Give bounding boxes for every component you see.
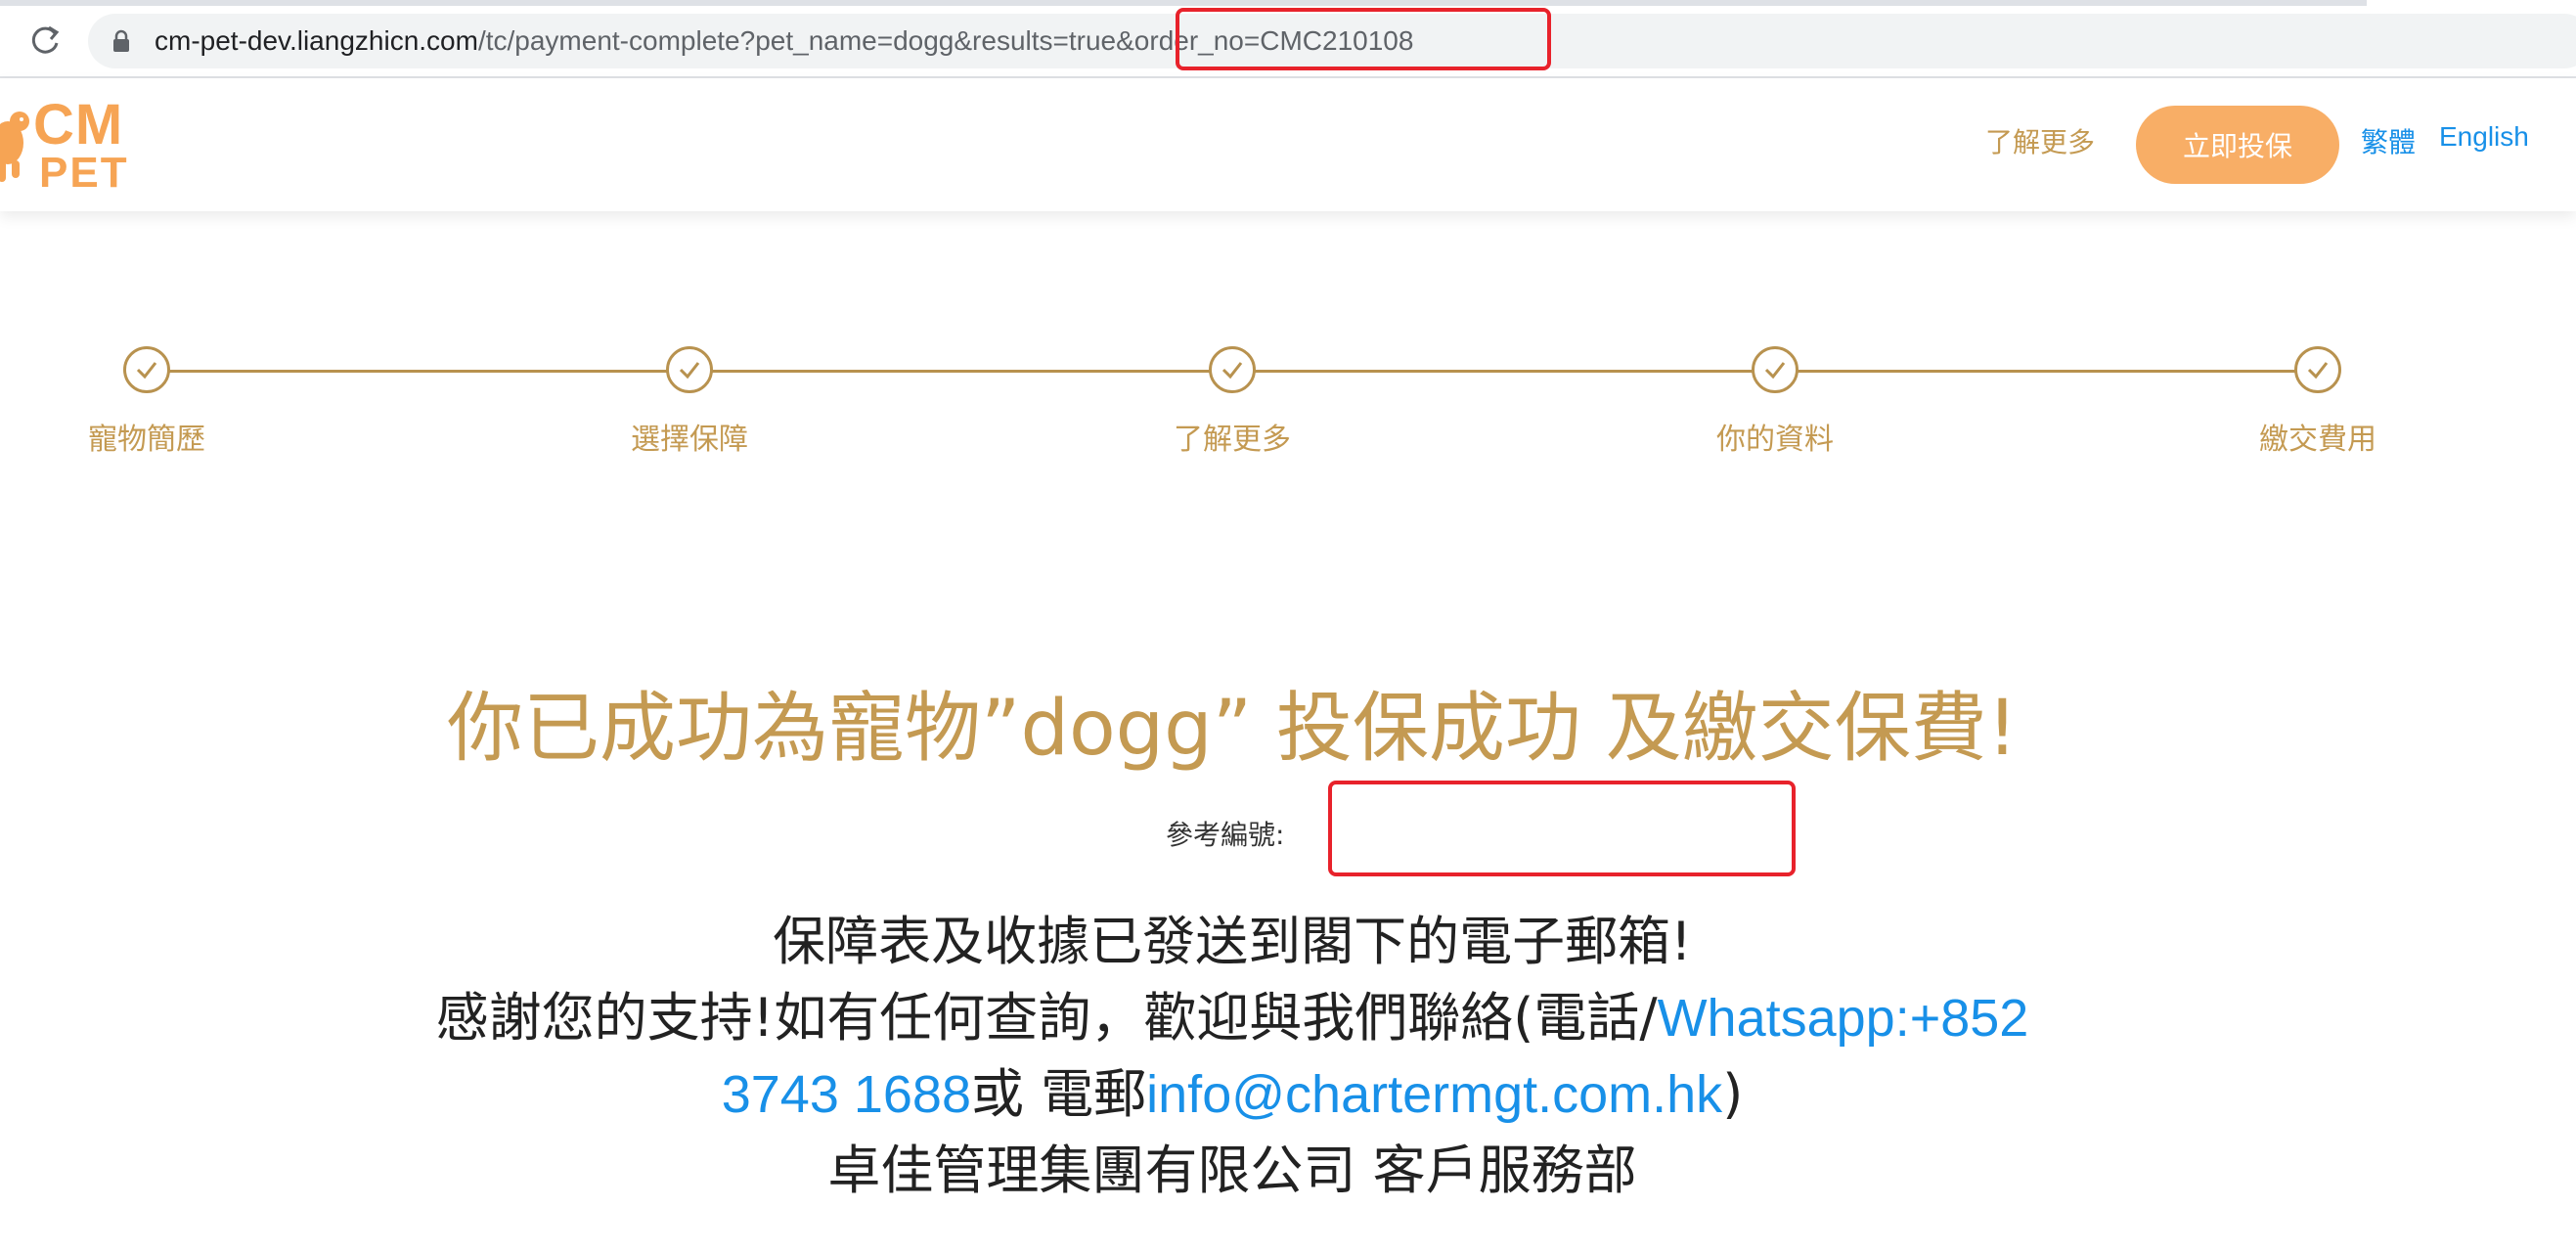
reference-number-label: 參考編號: (1166, 819, 1285, 851)
step-check-icon (123, 346, 170, 393)
cm-pet-logo[interactable]: CM PET (0, 92, 141, 200)
step-check-icon (666, 346, 713, 393)
reference-number-highlight-box (1328, 781, 1796, 876)
success-headline: 你已成功為寵物”dogg” 投保成功 及繳交保費! (447, 685, 2018, 773)
page-root: cm-pet-dev.liangzhicn.com/tc/payment-com… (0, 0, 2576, 1252)
message-line-company: 卓佳管理集團有限公司 客戶服務部 (827, 1140, 1637, 1201)
closing-paren: ) (1722, 1063, 1744, 1125)
or-email-text: 或 電郵 (970, 1063, 1147, 1125)
nav-learn-more[interactable]: 了解更多 (1985, 121, 2095, 160)
lang-english[interactable]: English (2439, 121, 2529, 153)
browser-chrome: cm-pet-dev.liangzhicn.com/tc/payment-com… (0, 0, 2576, 78)
phone-number-link[interactable]: 3743 1688 (722, 1065, 971, 1124)
step-label: 選擇保障 (631, 423, 748, 457)
lang-traditional-chinese[interactable]: 繁體 (2361, 121, 2416, 160)
url-host: cm-pet-dev.liangzhicn.com (155, 25, 478, 56)
step-label: 你的資料 (1716, 423, 1834, 457)
contact-text: 感謝您的支持!如有任何查詢，歡迎與我們聯絡(電話/ (435, 987, 1658, 1049)
message-line-email-sent: 保障表及收據已發送到閣下的電子郵箱! (773, 911, 1692, 972)
site-header: CM PET 了解更多 立即投保 繁體 English (0, 78, 2576, 211)
email-link[interactable]: info@chartermgt.com.hk (1146, 1065, 1722, 1124)
dog-logo-icon (0, 112, 29, 182)
logo-pet-text: PET (39, 149, 129, 197)
whatsapp-link[interactable]: Whatsapp:+852 (1658, 989, 2029, 1048)
step-check-icon (2294, 346, 2341, 393)
step-label: 寵物簡歷 (88, 423, 205, 457)
message-line-phone-email: 3743 1688或 電郵info@chartermgt.com.hk) (0, 1051, 2465, 1128)
logo-cm-text: CM (33, 93, 124, 156)
progress-steps: 寵物簡歷 選擇保障 了解更多 你的資料 繳交費用 (0, 333, 2576, 470)
url-highlight-box (1176, 8, 1551, 70)
message-line-contact: 感謝您的支持!如有任何查詢，歡迎與我們聯絡(電話/Whatsapp:+852 (0, 974, 2465, 1051)
step-check-icon (1752, 346, 1799, 393)
step-label: 了解更多 (1174, 423, 1291, 457)
tab-strip (0, 0, 2367, 6)
step-label: 繳交費用 (2259, 423, 2376, 457)
step-check-icon (1209, 346, 1256, 393)
lock-icon[interactable] (111, 29, 131, 53)
insure-now-button[interactable]: 立即投保 (2136, 106, 2339, 184)
reload-icon[interactable] (25, 20, 65, 59)
